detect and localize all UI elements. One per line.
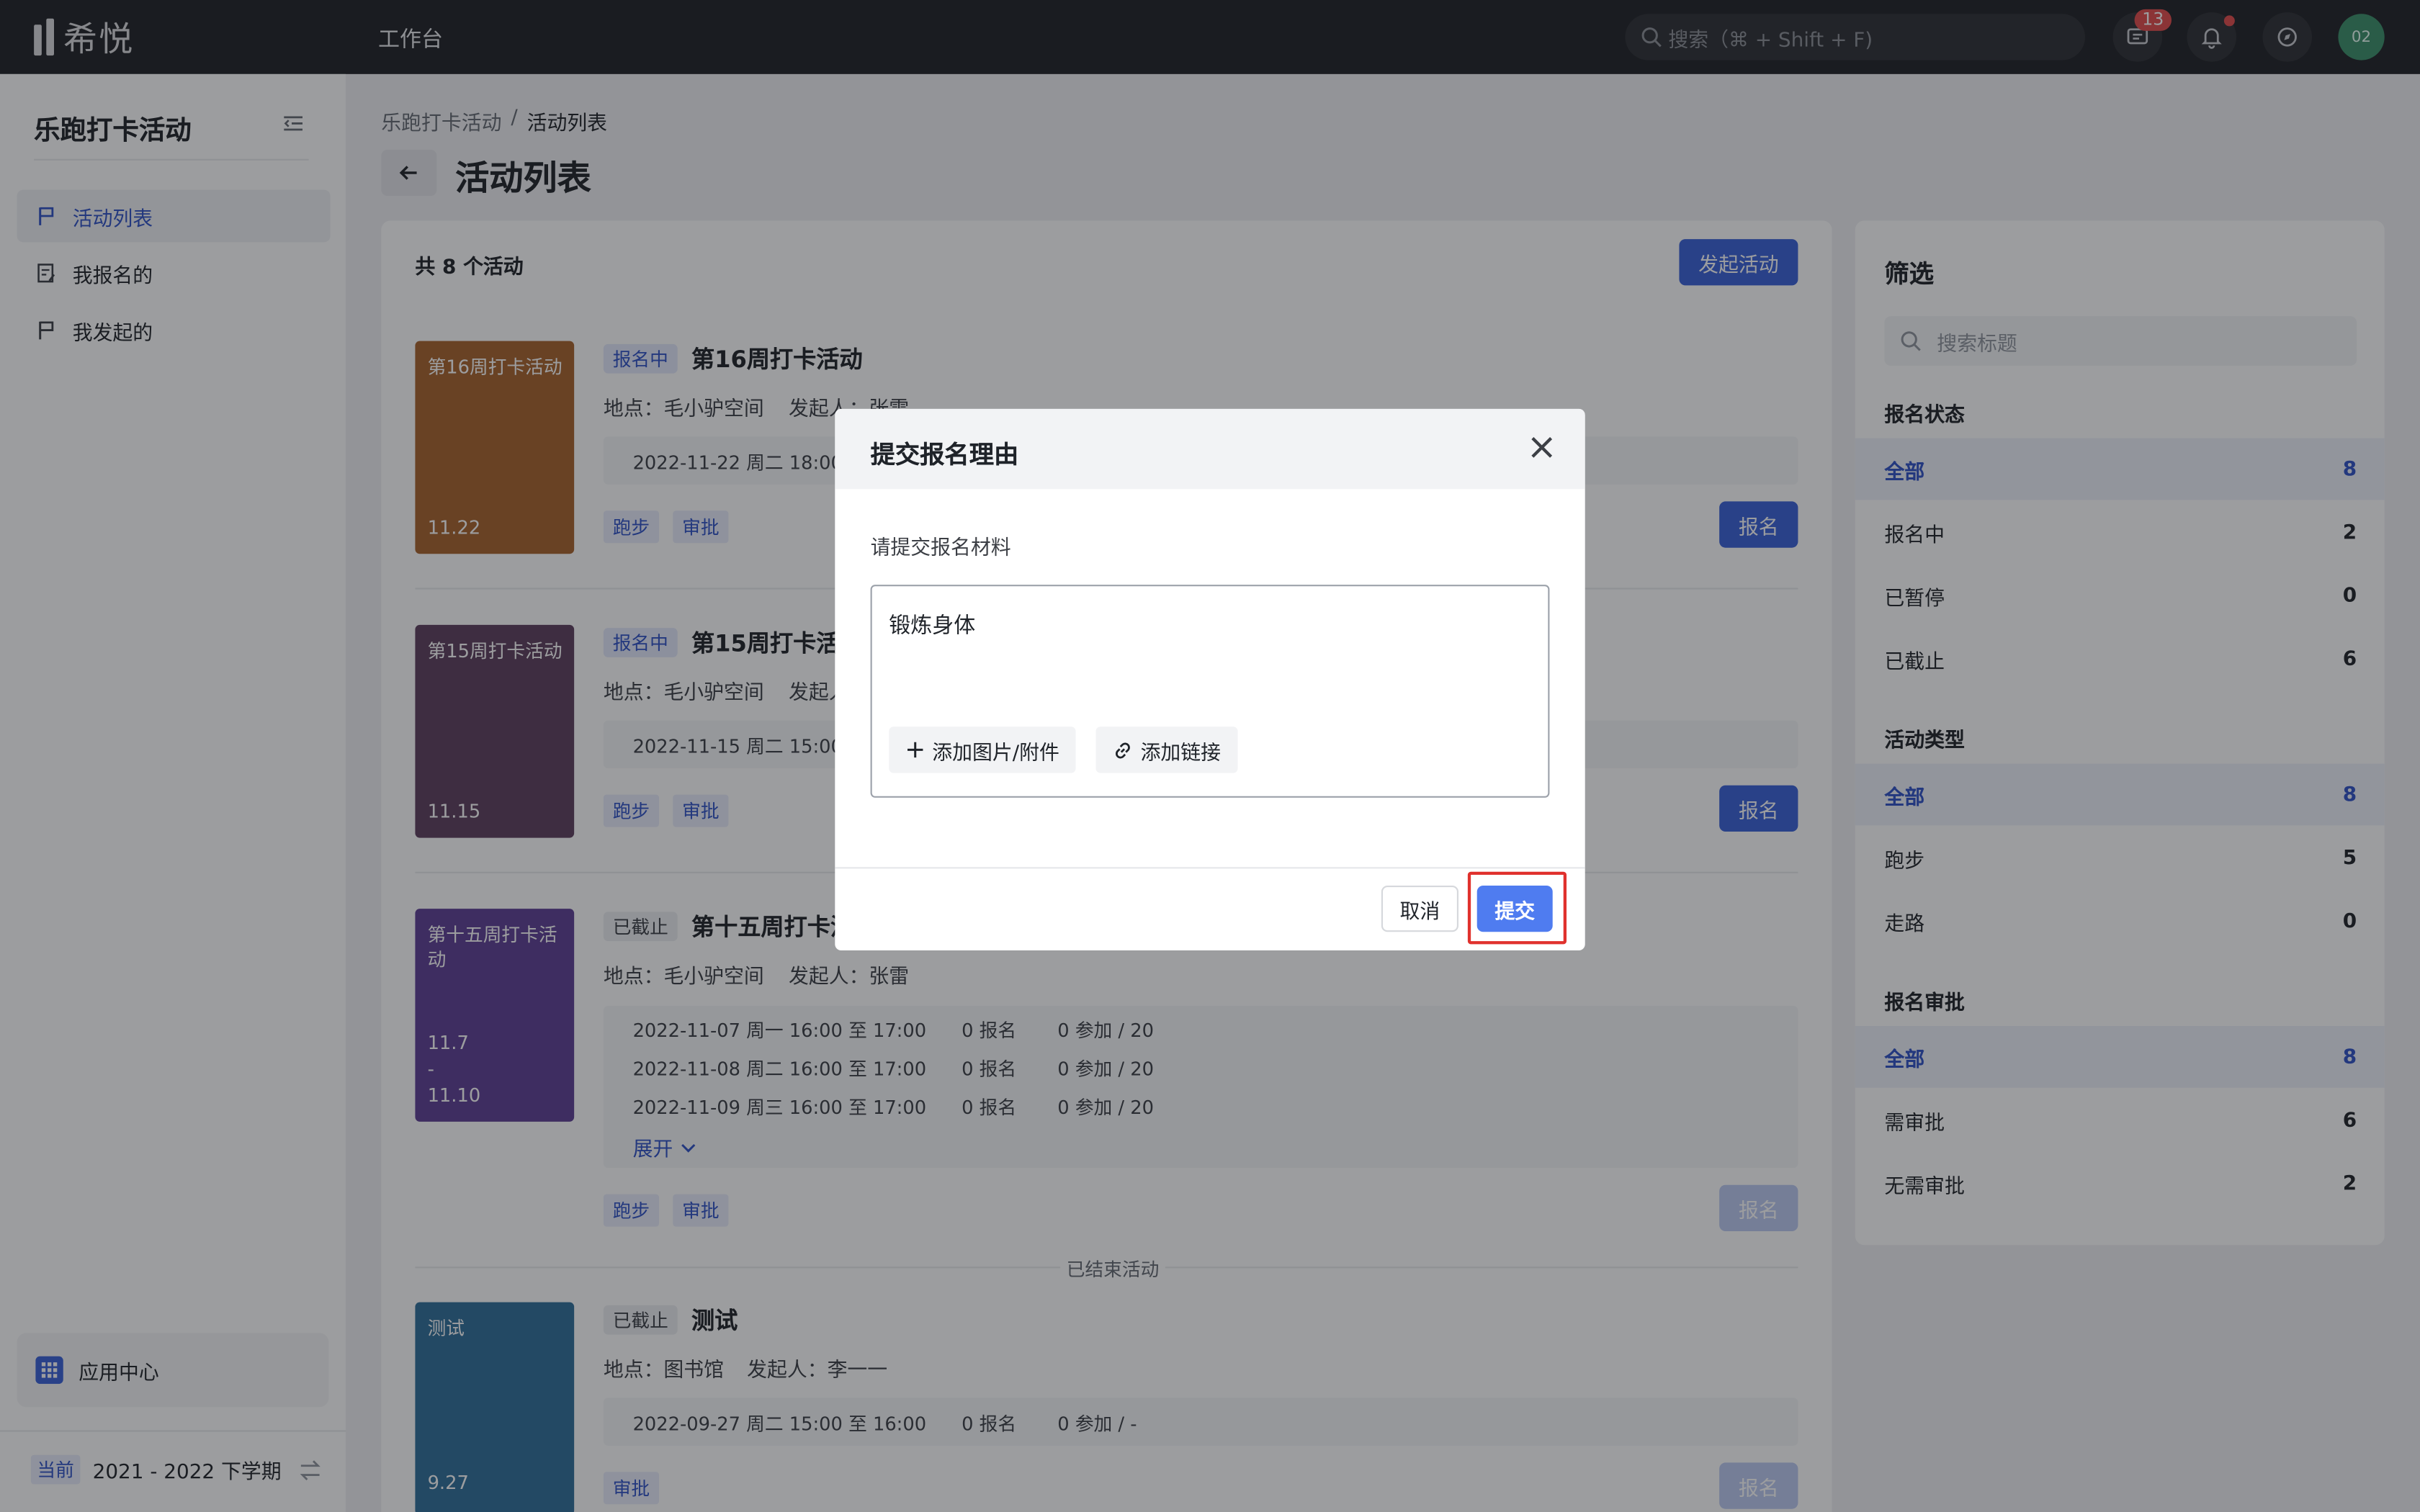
close-button[interactable] [1530,435,1554,466]
modal-title: 提交报名理由 [870,439,1019,469]
close-icon [1531,437,1553,458]
add-attachment-label: 添加图片/附件 [932,741,1059,765]
highlight-box [1467,871,1567,945]
signup-reason-modal: 提交报名理由 请提交报名材料 锻炼身体 添加图片/附件 添加链接 取消 提交 [835,408,1585,950]
add-attachment-button[interactable]: 添加图片/附件 [889,726,1077,773]
add-link-button[interactable]: 添加链接 [1095,726,1238,773]
plus-icon [907,742,923,758]
add-link-label: 添加链接 [1140,741,1222,765]
modal-field-label: 请提交报名材料 [870,536,1011,560]
modal-footer-divider [835,867,1585,869]
reason-text: 锻炼身体 [889,613,976,639]
cancel-button[interactable]: 取消 [1381,886,1458,932]
link-icon [1115,742,1130,758]
